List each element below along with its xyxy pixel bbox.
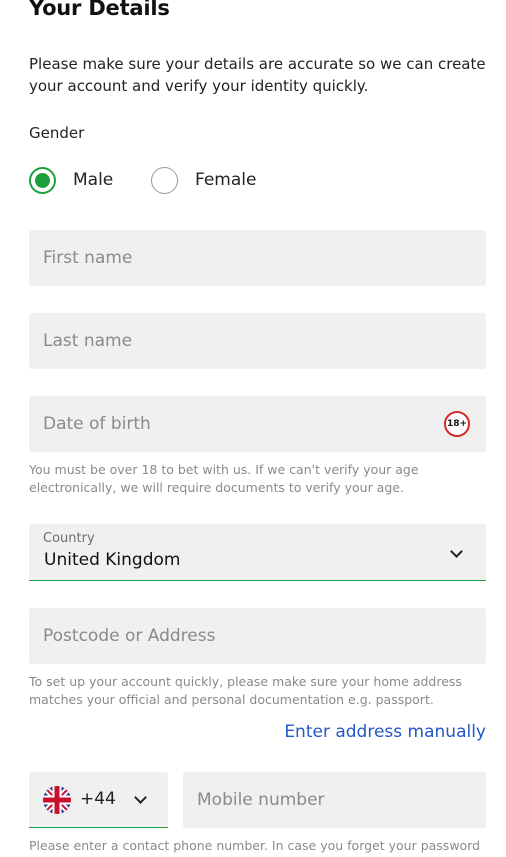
- radio-checked-icon: [29, 166, 56, 194]
- age-18-plus-icon: 18+: [444, 411, 470, 437]
- country-code-value: +44: [80, 789, 116, 809]
- dob-input[interactable]: [29, 396, 486, 452]
- enter-address-manually-link[interactable]: Enter address manually: [284, 722, 486, 742]
- gender-male-radio[interactable]: Male: [29, 166, 113, 194]
- page-title: Your Details: [29, 0, 170, 20]
- dob-helper-text: You must be over 18 to bet with us. If w…: [29, 462, 419, 495]
- first-name-container: [29, 230, 486, 286]
- mobile-number-input[interactable]: [183, 772, 486, 828]
- chevron-down-icon: [134, 791, 147, 804]
- mobile-helper-text: Please enter a contact phone number. In …: [29, 838, 481, 853]
- gender-female-radio[interactable]: Female: [151, 166, 256, 194]
- chevron-down-icon: [450, 545, 463, 558]
- address-input[interactable]: [29, 608, 486, 664]
- address-helper-text: To set up your account quickly, please m…: [29, 674, 462, 707]
- gender-male-label: Male: [73, 170, 114, 190]
- gender-female-label: Female: [195, 170, 257, 190]
- country-caption: Country: [43, 531, 95, 546]
- mobile-container: [183, 772, 486, 828]
- country-code-select[interactable]: +44: [29, 772, 168, 828]
- dob-container: 18+: [29, 396, 486, 452]
- radio-unchecked-icon: [151, 166, 178, 194]
- address-container: [29, 608, 486, 664]
- country-value: United Kingdom: [44, 550, 181, 570]
- gender-label: Gender: [29, 124, 85, 142]
- last-name-input[interactable]: [29, 313, 486, 369]
- uk-flag-icon: [43, 786, 71, 814]
- first-name-input[interactable]: [29, 230, 486, 286]
- country-select[interactable]: Country United Kingdom: [29, 524, 486, 581]
- last-name-container: [29, 313, 486, 369]
- intro-text: Please make sure your details are accura…: [29, 55, 486, 95]
